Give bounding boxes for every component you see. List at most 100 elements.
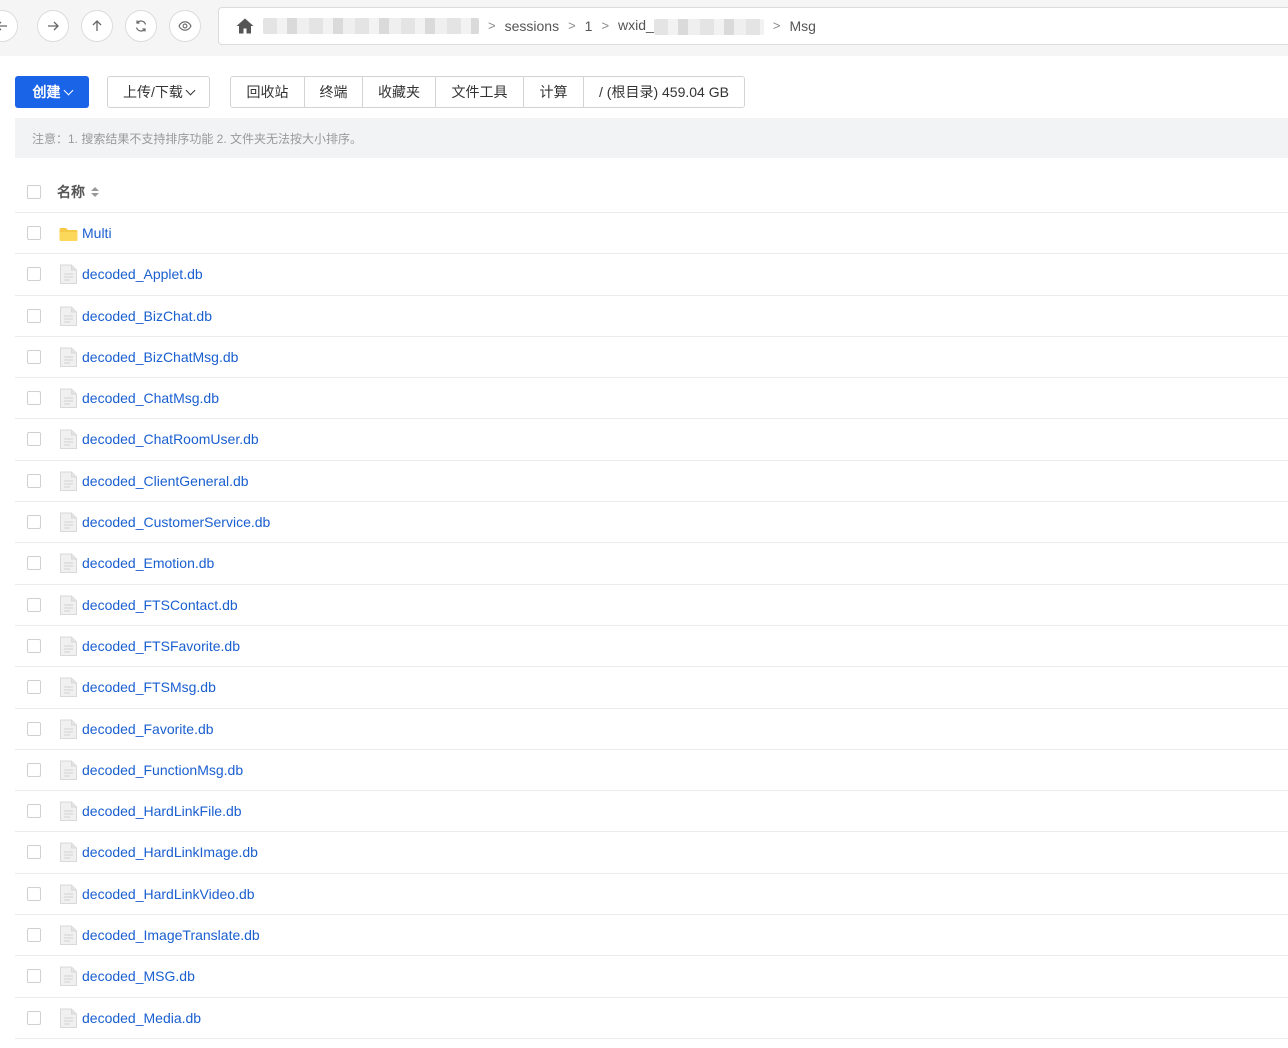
select-all-checkbox[interactable]: [27, 185, 41, 199]
table-row[interactable]: decoded_Applet.db: [15, 254, 1288, 296]
home-icon[interactable]: [235, 17, 255, 35]
name-column-header[interactable]: 名称: [57, 182, 99, 202]
row-checkbox[interactable]: [27, 515, 41, 530]
file-name-link[interactable]: decoded_ClientGeneral.db: [82, 473, 249, 489]
row-checkbox[interactable]: [27, 391, 41, 406]
file-name-link[interactable]: decoded_FunctionMsg.db: [82, 762, 243, 778]
create-button[interactable]: 创建: [15, 76, 89, 108]
table-row[interactable]: decoded_FunctionMsg.db: [15, 750, 1288, 792]
row-checkbox[interactable]: [27, 762, 41, 777]
row-checkbox[interactable]: [27, 432, 41, 447]
table-row[interactable]: decoded_FTSContact.db: [15, 585, 1288, 626]
folder-icon: [59, 228, 78, 241]
terminal-button[interactable]: 终端: [305, 77, 363, 107]
file-name-link[interactable]: decoded_BizChat.db: [82, 308, 212, 324]
file-name-link[interactable]: decoded_CustomerService.db: [82, 514, 270, 530]
file-name-link[interactable]: decoded_HardLinkFile.db: [82, 803, 242, 819]
table-row[interactable]: decoded_Emotion.db: [15, 543, 1288, 585]
name-header-label: 名称: [57, 184, 85, 200]
row-checkbox[interactable]: [27, 680, 41, 695]
file-name-link[interactable]: decoded_FTSContact.db: [82, 597, 238, 613]
arrow-up-icon: [92, 20, 102, 31]
breadcrumb-item-msg[interactable]: Msg: [789, 18, 815, 34]
file-icon: [60, 842, 77, 863]
favorites-button[interactable]: 收藏夹: [363, 77, 436, 107]
breadcrumb-separator: >: [772, 18, 781, 34]
file-icon: [60, 512, 77, 533]
table-row[interactable]: decoded_ImageTranslate.db: [15, 915, 1288, 957]
upload-download-button[interactable]: 上传/下载: [107, 76, 210, 108]
forward-button[interactable]: [37, 10, 69, 42]
table-row[interactable]: decoded_ChatRoomUser.db: [15, 419, 1288, 461]
table-row[interactable]: decoded_HardLinkImage.db: [15, 832, 1288, 874]
table-row[interactable]: decoded_BizChat.db: [15, 296, 1288, 337]
row-checkbox[interactable]: [27, 845, 41, 860]
file-name-link[interactable]: decoded_ChatMsg.db: [82, 390, 219, 406]
root-disk-button[interactable]: / (根目录) 459.04 GB: [584, 77, 744, 107]
row-checkbox[interactable]: [27, 267, 41, 282]
breadcrumb-separator: >: [488, 18, 496, 34]
file-name-link[interactable]: decoded_Applet.db: [82, 266, 203, 282]
up-button[interactable]: [81, 10, 113, 42]
breadcrumb-item-wxid[interactable]: wxid_: [618, 17, 764, 35]
row-checkbox[interactable]: [27, 969, 41, 984]
file-tools-button[interactable]: 文件工具: [436, 77, 524, 107]
table-row[interactable]: decoded_ClientGeneral.db: [15, 461, 1288, 503]
table-row[interactable]: decoded_FTSMsg.db: [15, 667, 1288, 709]
row-checkbox[interactable]: [27, 349, 41, 364]
row-checkbox[interactable]: [27, 928, 41, 943]
breadcrumb-separator: >: [601, 18, 610, 34]
file-icon: [60, 760, 77, 780]
row-checkbox[interactable]: [27, 473, 41, 488]
chevron-down-icon: [185, 85, 196, 95]
breadcrumb-item-sessions[interactable]: sessions: [505, 18, 559, 34]
row-checkbox[interactable]: [27, 1010, 41, 1025]
view-button[interactable]: [169, 10, 201, 42]
file-name-link[interactable]: decoded_BizChatMsg.db: [82, 349, 238, 365]
table-row[interactable]: decoded_BizChatMsg.db: [15, 337, 1288, 379]
row-checkbox[interactable]: [27, 226, 41, 240]
redacted-path: [263, 17, 479, 34]
row-checkbox[interactable]: [27, 308, 41, 323]
table-row[interactable]: decoded_CustomerService.db: [15, 502, 1288, 544]
row-checkbox[interactable]: [27, 804, 41, 819]
file-icon: [60, 884, 77, 904]
table-row[interactable]: decoded_HardLinkFile.db: [15, 791, 1288, 833]
table-row[interactable]: decoded_MSG.db: [15, 956, 1288, 998]
file-name-link[interactable]: decoded_HardLinkImage.db: [82, 844, 258, 860]
table-row[interactable]: decoded_HardLinkVideo.db: [15, 874, 1288, 916]
file-name-link[interactable]: Multi: [82, 225, 112, 241]
row-checkbox[interactable]: [27, 556, 41, 571]
file-name-link[interactable]: decoded_FTSFavorite.db: [82, 638, 240, 654]
create-button-label: 创建: [32, 84, 61, 100]
file-icon: [60, 636, 77, 656]
chevron-down-icon: [63, 85, 73, 95]
refresh-button[interactable]: [125, 10, 157, 42]
breadcrumb-item-1[interactable]: 1: [585, 18, 593, 34]
arrow-left-icon: [0, 21, 7, 31]
row-checkbox[interactable]: [27, 597, 41, 612]
table-row[interactable]: Multi: [15, 213, 1288, 255]
file-name-link[interactable]: decoded_Favorite.db: [82, 721, 214, 737]
back-button[interactable]: [0, 10, 18, 42]
table-row[interactable]: decoded_Media.db: [15, 998, 1288, 1039]
file-name-link[interactable]: decoded_Emotion.db: [82, 555, 214, 571]
row-checkbox[interactable]: [27, 638, 41, 653]
file-name-link[interactable]: decoded_Media.db: [82, 1010, 201, 1026]
table-row[interactable]: decoded_ChatMsg.db: [15, 378, 1288, 420]
calculate-button[interactable]: 计算: [524, 77, 584, 107]
file-name-link[interactable]: decoded_ChatRoomUser.db: [82, 431, 259, 447]
file-name-link[interactable]: decoded_HardLinkVideo.db: [82, 886, 255, 902]
file-name-link[interactable]: decoded_MSG.db: [82, 968, 195, 984]
table-row[interactable]: decoded_Favorite.db: [15, 709, 1288, 750]
recycle-bin-button[interactable]: 回收站: [231, 77, 305, 107]
file-name-link[interactable]: decoded_ImageTranslate.db: [82, 927, 260, 943]
row-checkbox[interactable]: [27, 886, 41, 901]
table-row[interactable]: decoded_FTSFavorite.db: [15, 626, 1288, 668]
file-name-link[interactable]: decoded_FTSMsg.db: [82, 679, 216, 695]
sort-icon[interactable]: [91, 187, 99, 197]
file-icon: [60, 264, 77, 285]
file-icon: [60, 925, 77, 946]
address-bar[interactable]: > sessions > 1 > wxid_ > Msg: [218, 7, 1288, 45]
row-checkbox[interactable]: [27, 721, 41, 736]
